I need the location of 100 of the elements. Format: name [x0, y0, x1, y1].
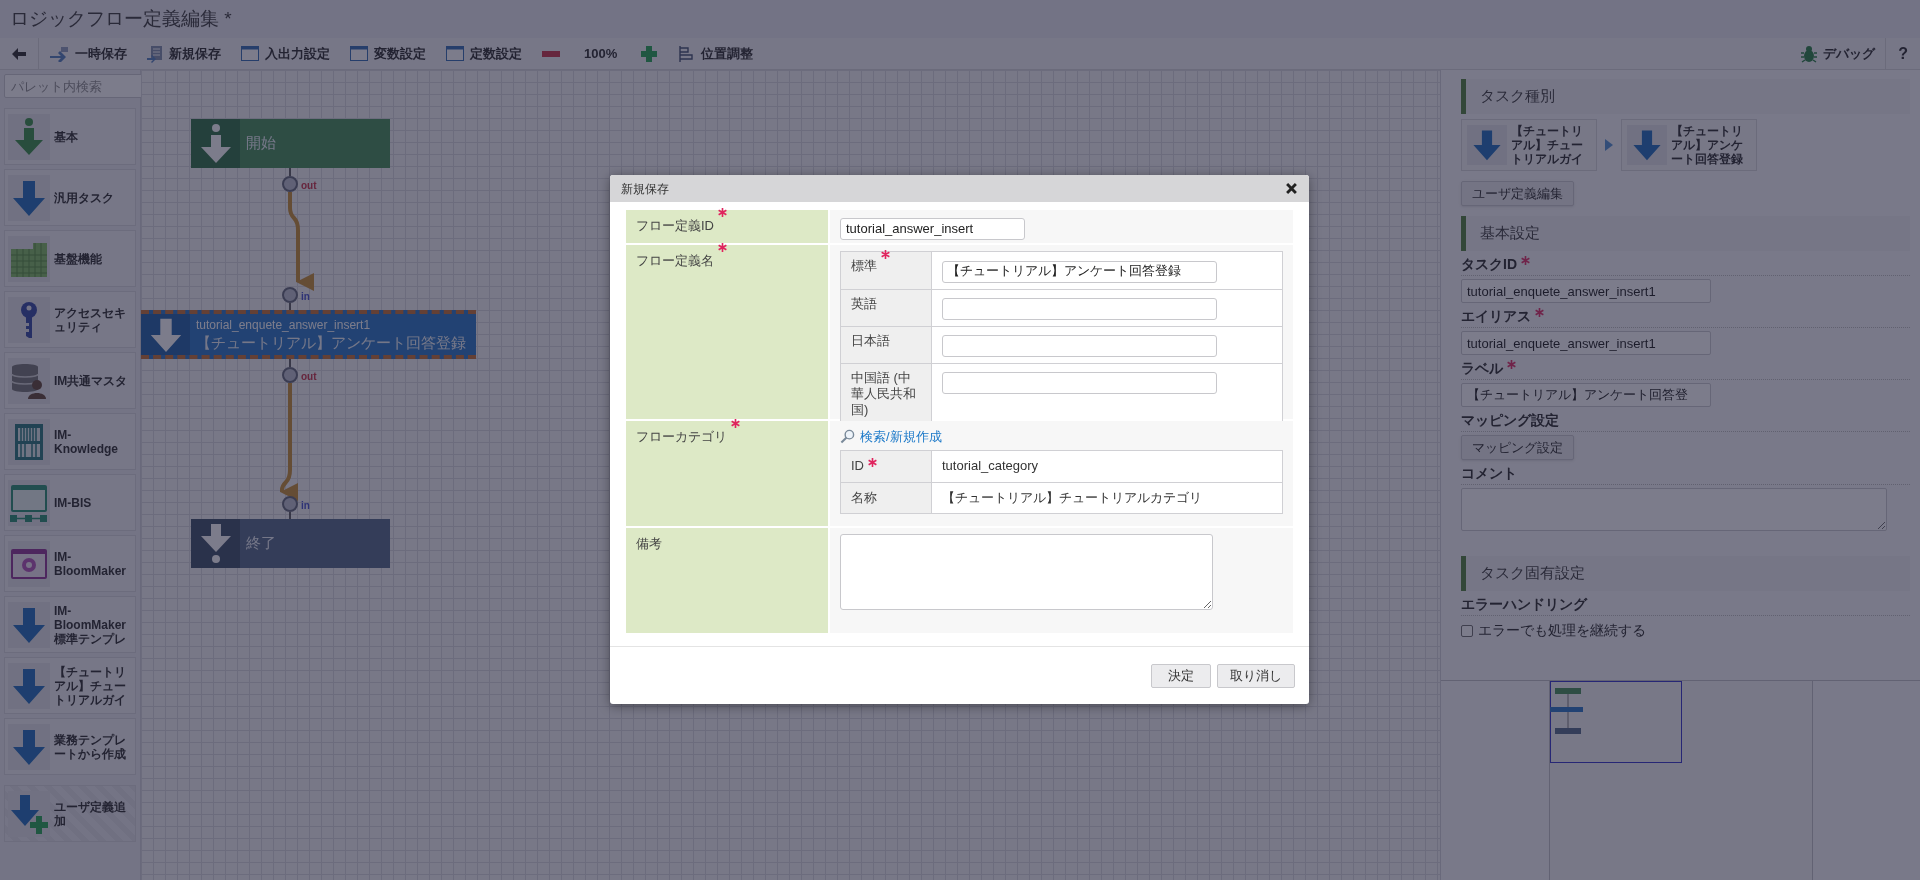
workflow-window-icon [9, 482, 49, 523]
form-label: フロー定義ID [636, 217, 714, 235]
window-button[interactable]: 定数設定 [436, 38, 532, 69]
back-arrow-icon [12, 47, 26, 60]
edit-user-definition-button[interactable]: ユーザ定義編集 [1461, 181, 1574, 206]
text-field[interactable]: tutorial_enquete_answer_insert1 [1461, 331, 1711, 355]
palette-item-label: 基盤機能 [54, 251, 102, 266]
port-label: out [301, 371, 317, 383]
window-button[interactable]: 入出力設定 [231, 38, 340, 69]
align-icon [677, 44, 696, 63]
palette-item-label: IM-BloomMaker [54, 549, 128, 578]
checkbox-label: エラーでも処理を継続する [1478, 621, 1646, 640]
close-button[interactable] [1284, 181, 1298, 196]
category-field-value: tutorial_category [941, 457, 1040, 476]
language-name-field[interactable] [942, 371, 1217, 394]
port-label: in [301, 500, 310, 512]
align-button[interactable]: 位置調整 [667, 38, 764, 69]
window-icon [446, 46, 464, 61]
node-label: 開始 [246, 133, 276, 154]
minimap[interactable] [1549, 681, 1813, 880]
debug-button[interactable]: デバッグ [1791, 38, 1886, 69]
dialog-button[interactable]: 取り消し [1217, 663, 1295, 688]
language-label: 標準 [851, 258, 877, 274]
zoom-level: 100% [583, 44, 619, 63]
category-field-label: ID [851, 457, 864, 476]
task-type-label: 【チュートリアル】チュートリアルガイ [1511, 124, 1584, 166]
field-label: ラベル [1461, 359, 1503, 378]
form-label: 備考 [636, 535, 662, 553]
palette-item-label: ユーザ定義追加 [54, 799, 127, 828]
language-name-field[interactable] [942, 334, 1217, 357]
text-field[interactable]: 【チュートリアル】アンケート回答登 [1461, 383, 1711, 407]
palette-item-label: IM-BIS [54, 495, 92, 510]
chevron-right-icon [1605, 139, 1613, 151]
palette-item[interactable]: 業務テンプレートから作成 [4, 718, 136, 775]
connection-port[interactable] [282, 176, 298, 192]
connector-arrow[interactable] [288, 192, 315, 291]
close-icon [1285, 183, 1297, 194]
field-label: エイリアス [1461, 307, 1531, 326]
document-icon [147, 44, 163, 63]
flow-id-field[interactable]: tutorial_answer_insert [840, 217, 1025, 240]
palette-item[interactable]: IM-BloomMaker [4, 535, 136, 592]
minus-icon [542, 50, 560, 57]
node-label: 【チュートリアル】アンケート回答登録 [196, 332, 466, 352]
minimap-viewport[interactable] [1550, 681, 1682, 763]
start-node[interactable]: 開始 [191, 119, 390, 168]
help-button[interactable]: ? [1885, 38, 1920, 69]
palette-item-label: 汎用タスク [54, 190, 114, 205]
connection-port[interactable] [282, 496, 298, 512]
palette-item[interactable]: 汎用タスク [4, 169, 136, 226]
save-icon [49, 45, 69, 62]
language-name-field[interactable] [942, 297, 1217, 320]
checkbox[interactable] [1461, 624, 1473, 637]
task-type-card[interactable]: 【チュートリアル】チュートリアルガイ [1461, 119, 1597, 171]
category-field-label: 名称 [851, 488, 877, 507]
palette-item-label: IM-BloomMaker標準テンプレ [54, 603, 128, 646]
palette-item[interactable]: 基本 [4, 108, 136, 165]
palette-item-label: IM-Knowledge [54, 427, 119, 456]
language-label: 中国語 (中華人民共和国) [851, 369, 917, 418]
plus-icon [641, 45, 658, 62]
comment-field[interactable] [1461, 488, 1887, 531]
field-label: タスクID [1461, 255, 1517, 274]
task-node[interactable]: tutorial_enquete_answer_insert1 【チュートリアル】アンケート回答登録 [141, 310, 476, 359]
language-label: 英語 [851, 295, 877, 312]
palette-item[interactable]: IM-Knowledge [4, 413, 136, 470]
node-label: 終了 [246, 533, 276, 554]
window-icon [241, 46, 259, 61]
bug-icon [1801, 44, 1818, 63]
palette-item[interactable]: 【チュートリアル】チュートリアルガイ [4, 657, 136, 714]
palette-item-label: IM共通マスタ [54, 373, 128, 388]
notes-field[interactable] [840, 534, 1213, 610]
dialog-button[interactable]: 決定 [1151, 663, 1211, 688]
add-task-icon [9, 793, 49, 834]
language-name-field[interactable]: 【チュートリアル】アンケート回答登録 [942, 260, 1217, 283]
connector-arrow[interactable] [280, 383, 299, 501]
field-label: マッピング設定 [1461, 411, 1559, 430]
palette-item[interactable]: IM-BloomMaker標準テンプレ [4, 596, 136, 653]
save-new-button[interactable]: 新規保存 [137, 38, 231, 69]
window-title: ロジックフロー定義編集 * [10, 6, 232, 31]
palette-item[interactable]: IM-BIS [4, 474, 136, 531]
dialog-title: 新規保存 [621, 180, 669, 198]
palette-item[interactable]: 基盤機能 [4, 230, 136, 287]
palette-item[interactable]: IM共通マスタ [4, 352, 136, 409]
save-temp-button[interactable]: 一時保存 [39, 38, 137, 69]
text-field[interactable]: tutorial_enquete_answer_insert1 [1461, 279, 1711, 303]
language-label: 日本語 [851, 332, 890, 349]
search-create-link[interactable]: 検索/新規作成 [840, 427, 942, 447]
connection-port[interactable] [282, 367, 298, 383]
connection-port[interactable] [282, 287, 298, 303]
palette-item[interactable]: ユーザ定義追加 [4, 785, 136, 842]
window-button[interactable]: 変数設定 [340, 38, 436, 69]
palette-item-label: アクセスセキュリティ [54, 305, 127, 334]
mapping-button[interactable]: マッピング設定 [1461, 435, 1574, 460]
palette-item-label: 基本 [54, 129, 78, 144]
field-label: エラーハンドリング [1461, 595, 1587, 614]
palette-item[interactable]: アクセスセキュリティ [4, 291, 136, 348]
end-node[interactable]: 終了 [191, 519, 390, 568]
task-type-card[interactable]: 【チュートリアル】アンケート回答登録 [1621, 119, 1757, 171]
form-label: フロー定義名 [636, 252, 714, 270]
palette-item-label: 業務テンプレートから作成 [54, 732, 127, 761]
port-label: out [301, 180, 317, 192]
